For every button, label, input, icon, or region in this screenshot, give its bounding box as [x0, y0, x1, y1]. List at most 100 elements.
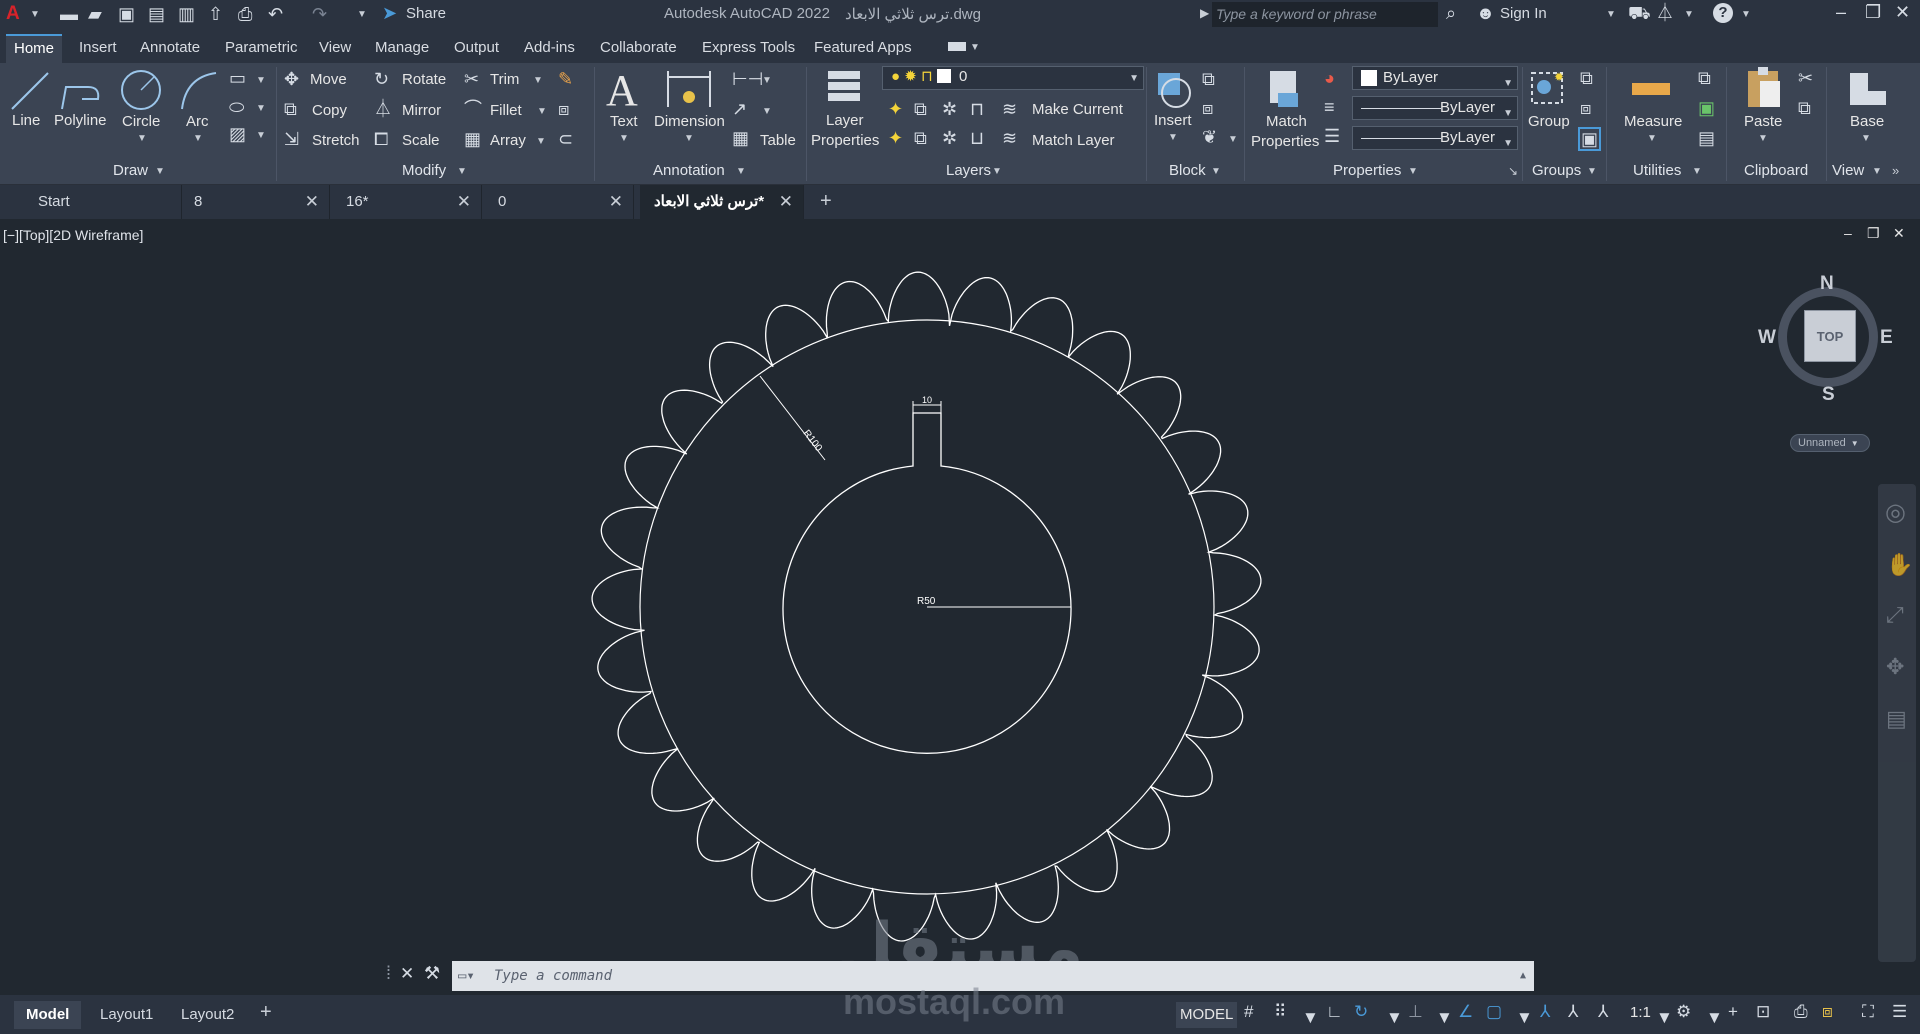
share-button[interactable]: Share: [406, 5, 446, 22]
command-prompt-icon[interactable]: ▭▾: [458, 961, 475, 991]
polyline-icon[interactable]: [58, 69, 102, 113]
array-caret-icon[interactable]: ▼: [536, 136, 546, 147]
stretch-button[interactable]: Stretch: [312, 132, 360, 149]
object-snap-caret-icon[interactable]: ▼: [1516, 1008, 1533, 1028]
pan-icon[interactable]: ✋: [1886, 552, 1913, 578]
fillet-icon[interactable]: ⌒: [464, 100, 482, 118]
navigation-bar[interactable]: ◎ ✋ ⤢ ✥ ▤: [1878, 484, 1916, 962]
arc-icon[interactable]: [176, 69, 220, 113]
zoom-extents-icon[interactable]: ⤢: [1886, 602, 1904, 628]
paste-caret-icon[interactable]: ▼: [1758, 133, 1768, 144]
draw-panel-caret-icon[interactable]: ▼: [155, 166, 165, 177]
lineweight-dropdown[interactable]: ByLayer ▼: [1352, 96, 1518, 120]
arc-button[interactable]: Arc: [186, 113, 209, 130]
workspace-caret-icon[interactable]: ▼: [1706, 1008, 1723, 1028]
base-view-icon[interactable]: [1846, 69, 1890, 109]
scale-button[interactable]: Scale: [402, 132, 440, 149]
hatch-caret-icon[interactable]: ▼: [256, 130, 266, 141]
open-web-icon[interactable]: ▥: [178, 5, 195, 23]
tab-addins[interactable]: Add-ins: [518, 35, 581, 61]
block-panel-label[interactable]: Block: [1169, 162, 1206, 179]
layer-lock-icon[interactable]: ⊓: [970, 100, 984, 118]
trim-button[interactable]: Trim: [490, 71, 519, 88]
layer-unlock-icon[interactable]: ⊔: [970, 129, 984, 147]
open-file-icon[interactable]: ▰: [88, 5, 102, 23]
command-close-icon[interactable]: ✕: [400, 964, 414, 984]
annotation-monitor-icon[interactable]: +: [1728, 1002, 1738, 1022]
match-properties-icon[interactable]: [1264, 67, 1306, 111]
polar-icon[interactable]: ↻: [1354, 1002, 1368, 1022]
mirror-button[interactable]: Mirror: [402, 102, 441, 119]
snap-caret-icon[interactable]: ▼: [1302, 1008, 1319, 1028]
close-tab-icon[interactable]: ✕: [305, 185, 319, 219]
calculator-icon[interactable]: ▣: [1698, 99, 1715, 117]
save-web-icon[interactable]: ⇧: [208, 5, 223, 23]
showmotion-icon[interactable]: ▤: [1886, 706, 1907, 732]
dim-10-text[interactable]: 10: [922, 395, 932, 405]
move-icon[interactable]: ✥: [284, 70, 299, 88]
compass-south[interactable]: S: [1822, 384, 1835, 406]
file-tab[interactable]: 0 ✕: [486, 185, 634, 219]
close-tab-icon[interactable]: ✕: [779, 185, 793, 219]
tab-express-tools[interactable]: Express Tools: [696, 35, 801, 61]
tab-layout2[interactable]: Layout2: [169, 1001, 246, 1029]
attributes-caret-icon[interactable]: ▼: [1228, 134, 1238, 145]
grid-icon[interactable]: #: [1244, 1002, 1253, 1022]
tab-view[interactable]: View: [313, 35, 357, 61]
line-button[interactable]: Line: [12, 112, 40, 129]
isodraft-icon[interactable]: ⊥: [1408, 1002, 1423, 1022]
array-icon[interactable]: ▦: [464, 130, 481, 148]
layer-thaw-icon[interactable]: ✲: [942, 129, 957, 147]
close-tab-icon[interactable]: ✕: [457, 185, 471, 219]
file-tab-active[interactable]: ترس ثلاثي الابعاد* ✕: [640, 185, 804, 219]
quick-select-icon[interactable]: ⧉: [1698, 69, 1711, 87]
copy-icon[interactable]: ⧉: [284, 100, 297, 118]
circle-icon[interactable]: [118, 67, 164, 113]
properties-panel-label[interactable]: Properties: [1333, 162, 1401, 179]
share-icon[interactable]: ➤: [382, 4, 397, 22]
ortho-icon[interactable]: ∟: [1326, 1002, 1343, 1022]
explode-icon[interactable]: ⧈: [558, 100, 569, 118]
panel-overflow-icon[interactable]: »: [1892, 163, 1899, 178]
line-icon[interactable]: [8, 69, 52, 113]
make-current-icon[interactable]: ≋: [1002, 100, 1017, 118]
close-tab-icon[interactable]: ✕: [609, 185, 623, 219]
compass-east[interactable]: E: [1880, 327, 1893, 349]
minimize-icon[interactable]: –: [1836, 3, 1846, 21]
match-properties-label-1[interactable]: Match: [1266, 113, 1307, 130]
ribbon-toggle-icon[interactable]: [948, 42, 966, 51]
scale-caret-icon[interactable]: ▼: [1656, 1008, 1673, 1028]
annotation-panel-label[interactable]: Annotation: [653, 162, 725, 179]
array-button[interactable]: Array: [490, 132, 526, 149]
ellipse-caret-icon[interactable]: ▼: [256, 103, 266, 114]
undo-icon[interactable]: ↶: [268, 5, 283, 23]
insert-button[interactable]: Insert: [1154, 112, 1192, 129]
fillet-button[interactable]: Fillet: [490, 102, 522, 119]
linear-dim-icon[interactable]: ⊢⊣: [732, 70, 763, 88]
draw-panel-label[interactable]: Draw: [113, 162, 148, 179]
tab-model[interactable]: Model: [14, 1001, 82, 1029]
copy-clip-icon[interactable]: ⧉: [1798, 99, 1811, 117]
tab-featured-apps[interactable]: Featured Apps: [808, 35, 918, 61]
ungroup-icon[interactable]: ⧉: [1580, 69, 1593, 87]
text-button[interactable]: Text: [610, 113, 638, 130]
paste-icon[interactable]: [1744, 65, 1784, 111]
help-icon[interactable]: ?: [1713, 3, 1733, 23]
autocad-logo-icon[interactable]: A: [6, 3, 20, 25]
model-space-button[interactable]: MODEL: [1176, 1002, 1238, 1028]
table-button[interactable]: Table: [760, 132, 796, 149]
dim-r100-text[interactable]: R100: [801, 428, 825, 454]
measure-icon[interactable]: [1630, 77, 1674, 101]
annotation-visibility-icon[interactable]: ⅄: [1540, 1002, 1550, 1022]
layer-unisolate-icon[interactable]: ⧉: [914, 129, 927, 147]
ucs-dropdown[interactable]: Unnamed ▼: [1790, 434, 1870, 452]
dim-r50-text[interactable]: R50: [917, 596, 936, 607]
mirror-icon[interactable]: ⏃: [374, 100, 392, 118]
make-current-button[interactable]: Make Current: [1032, 101, 1123, 118]
layer-properties-icon[interactable]: [822, 67, 866, 111]
bore-with-keyway[interactable]: [782, 412, 1072, 754]
search-icon[interactable]: ⌕: [1446, 4, 1456, 22]
units-icon[interactable]: ⊡: [1756, 1002, 1770, 1022]
save-as-icon[interactable]: ▤: [148, 5, 165, 23]
copy-button[interactable]: Copy: [312, 102, 347, 119]
